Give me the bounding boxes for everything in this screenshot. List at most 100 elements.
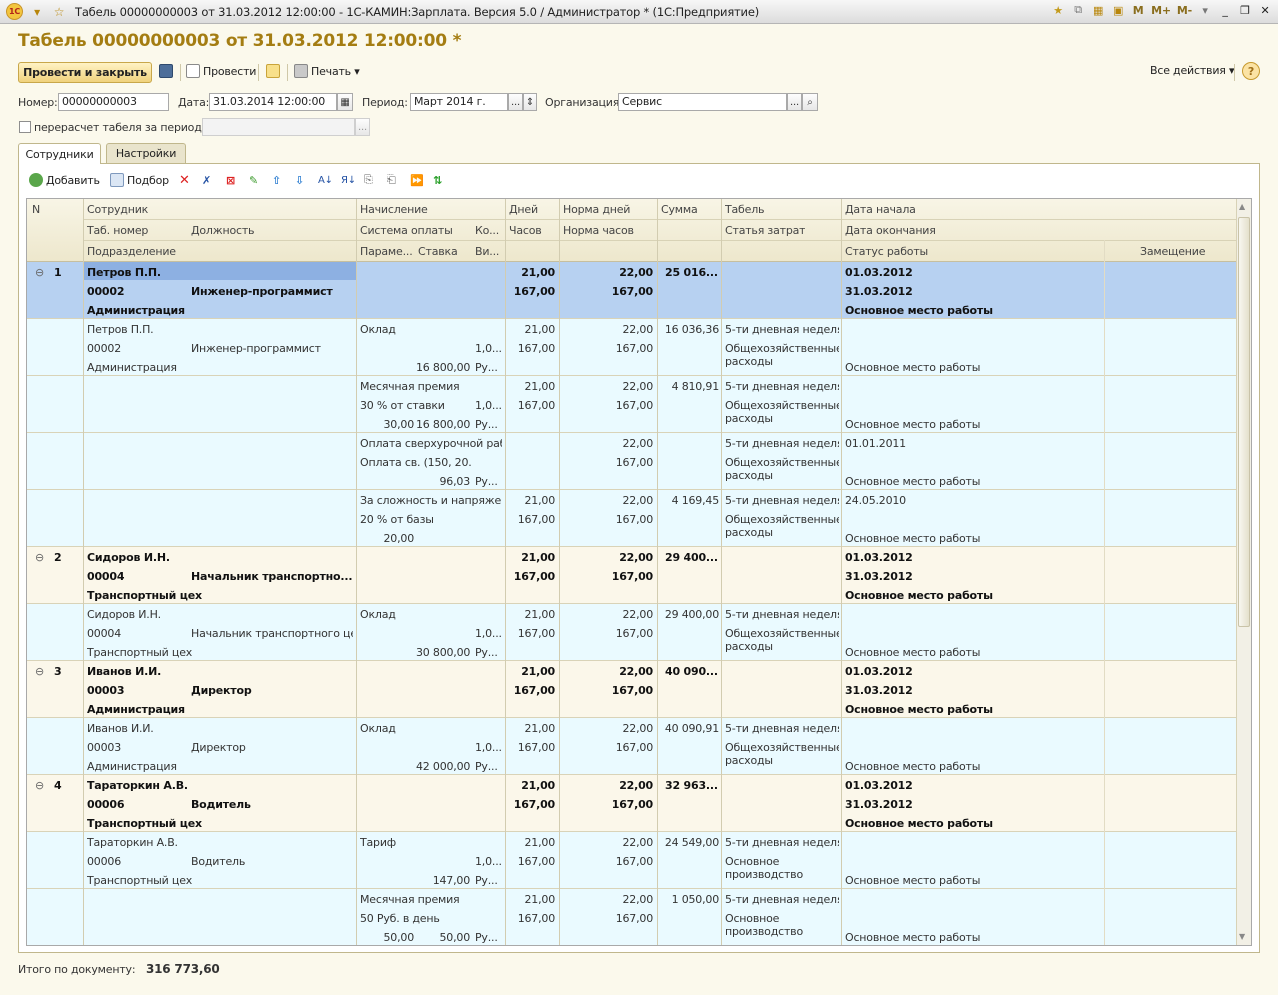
memory-button[interactable]: M: [1131, 4, 1145, 17]
position[interactable]: Инженер-программист: [191, 342, 353, 355]
timesheet[interactable]: 5-ти дневная неделя: [725, 836, 839, 849]
cost-item[interactable]: Общехозяйственные расходы: [725, 342, 839, 368]
kind[interactable]: Ру...: [475, 760, 503, 773]
col-kind[interactable]: Ви...: [475, 245, 503, 258]
minimize-icon[interactable]: _: [1218, 4, 1232, 17]
col-sum[interactable]: Сумма: [661, 203, 698, 216]
collapse-icon[interactable]: ⊖: [35, 665, 47, 678]
work-status[interactable]: Основное место работы: [845, 304, 1125, 317]
col-rate[interactable]: Ставка: [418, 245, 458, 258]
menu-dropdown-icon[interactable]: ▾: [29, 4, 45, 20]
norm-days[interactable]: 22,00: [561, 779, 653, 792]
norm-hours[interactable]: 167,00: [561, 285, 653, 298]
col-hours[interactable]: Часов: [509, 224, 542, 237]
department[interactable]: Администрация: [87, 703, 347, 716]
timesheet[interactable]: 5-ти дневная неделя: [725, 380, 839, 393]
params[interactable]: 30,00: [360, 418, 415, 431]
days[interactable]: 21,00: [507, 893, 556, 906]
favorites-star-icon[interactable]: ☆: [51, 4, 67, 20]
employee-name[interactable]: Сидоров И.Н.: [87, 608, 347, 621]
col-timesheet[interactable]: Табель: [725, 203, 764, 216]
delete-icon[interactable]: ✕: [179, 171, 190, 189]
end-date[interactable]: 31.03.2012: [845, 285, 1045, 298]
norm-hours[interactable]: 167,00: [561, 684, 653, 697]
hours[interactable]: 167,00: [507, 399, 555, 412]
sum[interactable]: 1 050,00: [659, 893, 719, 906]
params[interactable]: 20,00: [360, 532, 415, 545]
scroll-down-icon[interactable]: ▼: [1239, 932, 1245, 941]
employee-name[interactable]: Иванов И.И.: [87, 722, 347, 735]
scroll-up-icon[interactable]: ▲: [1239, 202, 1245, 211]
cost-item[interactable]: Общехозяйственные расходы: [725, 399, 839, 425]
department[interactable]: Транспортный цех: [87, 874, 347, 887]
scroll-thumb[interactable]: [1238, 217, 1250, 627]
sort-desc-icon[interactable]: Я↓: [341, 171, 356, 189]
col-work-status[interactable]: Статус работы: [845, 245, 928, 258]
chevron-down-icon[interactable]: ▾: [1198, 4, 1212, 17]
rate[interactable]: 96,03: [416, 475, 471, 488]
row-number[interactable]: 2: [54, 551, 74, 564]
tab-number[interactable]: 00003: [87, 741, 187, 754]
coefficient[interactable]: 1,0...: [475, 399, 503, 412]
end-date[interactable]: 31.03.2012: [845, 798, 1045, 811]
organization-select-button[interactable]: ...: [787, 93, 802, 111]
sum[interactable]: 16 036,36: [659, 323, 719, 336]
collapse-icon[interactable]: ⊖: [35, 551, 47, 564]
work-status[interactable]: Основное место работы: [845, 931, 1125, 944]
norm-days[interactable]: 22,00: [561, 437, 654, 450]
memory-plus-button[interactable]: M+: [1151, 4, 1171, 17]
norm-days[interactable]: 22,00: [561, 608, 654, 621]
col-employee[interactable]: Сотрудник: [87, 203, 148, 216]
pay-system[interactable]: Оплата св. (150, 20...: [360, 456, 472, 469]
period-select-button[interactable]: ...: [508, 93, 523, 111]
timesheet[interactable]: 5-ти дневная неделя: [725, 722, 839, 735]
post-button[interactable]: Провести: [186, 64, 256, 78]
sum[interactable]: 4 169,45: [659, 494, 719, 507]
recalc-period-field[interactable]: [202, 118, 355, 136]
restore-icon[interactable]: ❐: [1238, 4, 1252, 17]
timesheet[interactable]: 5-ти дневная неделя: [725, 608, 839, 621]
work-status[interactable]: Основное место работы: [845, 532, 1125, 545]
col-norm-hours[interactable]: Норма часов: [563, 224, 634, 237]
col-params[interactable]: Параме...: [360, 245, 414, 258]
coefficient[interactable]: 1,0...: [475, 627, 503, 640]
col-n[interactable]: N: [32, 203, 40, 216]
calendar-picker-icon[interactable]: ▦: [337, 93, 353, 111]
params[interactable]: 50,00: [360, 931, 415, 944]
end-date[interactable]: 31.03.2012: [845, 684, 1045, 697]
print-button[interactable]: Печать ▾: [294, 64, 360, 78]
cost-item[interactable]: Общехозяйственные расходы: [725, 627, 839, 653]
sum[interactable]: 40 090...: [665, 665, 719, 678]
cost-item[interactable]: Общехозяйственные расходы: [725, 456, 839, 482]
norm-days[interactable]: 22,00: [561, 494, 654, 507]
department[interactable]: Транспортный цех: [87, 646, 347, 659]
tab-employees[interactable]: Сотрудники: [18, 143, 101, 164]
timesheet[interactable]: 5-ти дневная неделя: [725, 437, 839, 450]
employee-name[interactable]: Иванов И.И.: [87, 665, 347, 678]
norm-days[interactable]: 22,00: [561, 323, 654, 336]
search-icon[interactable]: ⌕: [802, 93, 818, 111]
rate[interactable]: 50,00: [416, 931, 471, 944]
days[interactable]: 21,00: [507, 779, 555, 792]
kind[interactable]: Ру...: [475, 475, 503, 488]
save-button[interactable]: [159, 64, 173, 78]
pay-system[interactable]: 20 % от базы: [360, 513, 472, 526]
accrual-type[interactable]: Оклад: [360, 722, 502, 735]
norm-hours[interactable]: 167,00: [561, 627, 653, 640]
days[interactable]: 21,00: [507, 551, 555, 564]
tab-number[interactable]: 00004: [87, 627, 187, 640]
hours[interactable]: 167,00: [507, 627, 555, 640]
all-actions-button[interactable]: Все действия ▾: [1150, 64, 1235, 77]
tab-settings[interactable]: Настройки: [106, 143, 186, 163]
tab-number[interactable]: 00002: [87, 285, 187, 298]
tab-number[interactable]: 00006: [87, 798, 187, 811]
fill-icon[interactable]: ⏩: [410, 171, 424, 189]
hours[interactable]: 167,00: [507, 741, 555, 754]
pay-system[interactable]: 50 Руб. в день: [360, 912, 472, 925]
sum[interactable]: 29 400...: [665, 551, 719, 564]
app-logo-icon[interactable]: 1С: [6, 3, 23, 20]
cost-item[interactable]: Общехозяйственные расходы: [725, 513, 839, 539]
col-end-date[interactable]: Дата окончания: [845, 224, 936, 237]
timesheet[interactable]: 5-ти дневная неделя: [725, 323, 839, 336]
days[interactable]: 21,00: [507, 266, 555, 279]
